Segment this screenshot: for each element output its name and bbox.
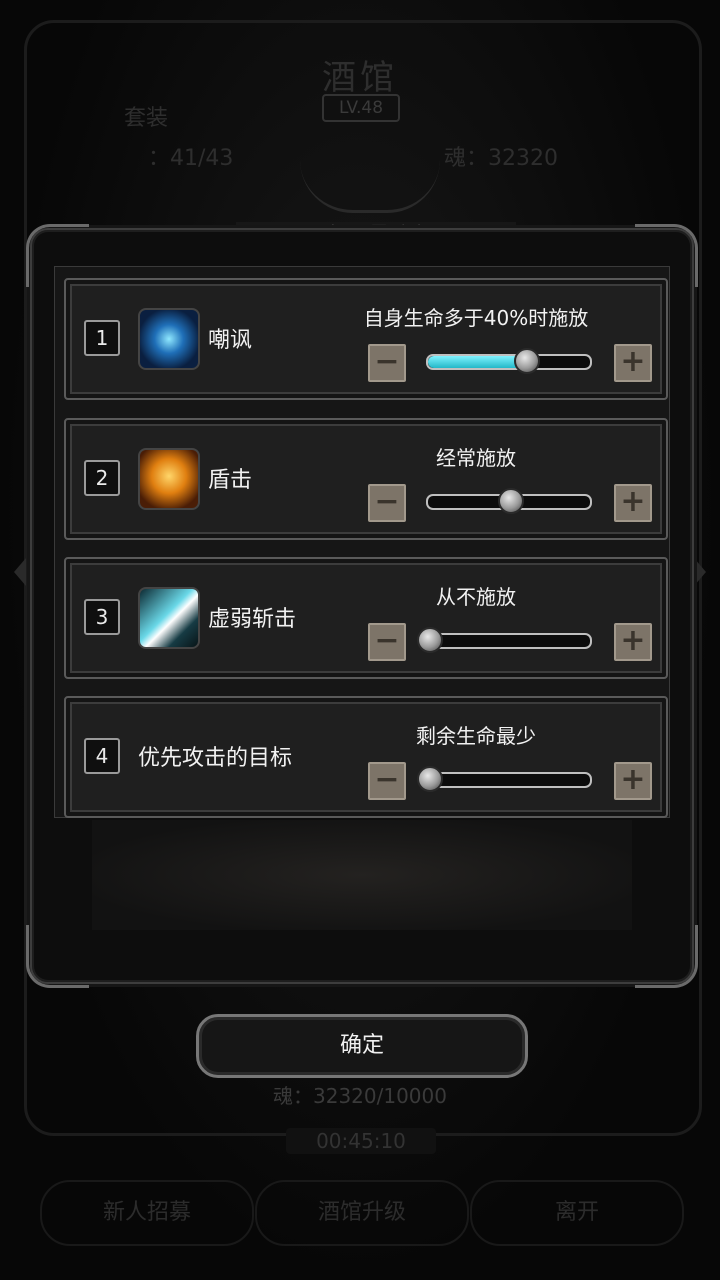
slider-knob[interactable]: [514, 348, 541, 374]
panel-texture: [92, 820, 632, 930]
cast-condition: 经常施放: [436, 446, 516, 470]
eye-icon: [138, 308, 200, 370]
slider-knob[interactable]: [498, 488, 524, 514]
tavern-title: 酒馆: [322, 58, 398, 98]
increase-button[interactable]: +: [614, 762, 652, 800]
soul-progress: 魂：32320/10000: [273, 1084, 447, 1108]
confirm-button[interactable]: 确定: [196, 1014, 528, 1078]
cast-condition: 自身生命多于40%时施放: [363, 306, 589, 330]
cast-slider[interactable]: [426, 488, 592, 514]
recruit-button: 新人招募: [40, 1180, 254, 1246]
next-arrow-icon: [694, 558, 706, 586]
timer: 00:45:10: [286, 1128, 436, 1154]
soul-count: 魂：32320: [444, 146, 558, 171]
leave-button: 离开: [470, 1180, 684, 1246]
decrease-button[interactable]: −: [368, 344, 406, 382]
upgrade-tavern-button: 酒馆升级: [255, 1180, 469, 1246]
skill-row-taunt: 1 嘲讽 自身生命多于40%时施放 − +: [64, 278, 668, 400]
skill-row-weak-slash: 3 虚弱斩击 从不施放 − +: [64, 557, 668, 679]
row-number: 2: [84, 460, 120, 496]
increase-button[interactable]: +: [614, 623, 652, 661]
level-badge: LV.48: [322, 94, 400, 122]
target-priority-row: 4 优先攻击的目标 剩余生命最少 − +: [64, 696, 668, 818]
skill-row-shield-bash: 2 盾击 经常施放 − +: [64, 418, 668, 540]
decrease-button[interactable]: −: [368, 484, 406, 522]
slash-icon: [138, 587, 200, 649]
cast-condition: 从不施放: [436, 585, 516, 609]
frame-corner: [635, 925, 698, 988]
slider-knob[interactable]: [417, 627, 443, 653]
target-priority-label: 优先攻击的目标: [138, 746, 293, 771]
row-number: 1: [84, 320, 120, 356]
cast-slider[interactable]: [417, 627, 592, 653]
decrease-button[interactable]: −: [368, 623, 406, 661]
skill-name: 虚弱斩击: [208, 607, 297, 632]
cast-slider[interactable]: [426, 348, 592, 374]
row-number: 3: [84, 599, 120, 635]
skill-name: 嘲讽: [208, 328, 253, 353]
prev-arrow-icon: [14, 558, 26, 586]
increase-button[interactable]: +: [614, 344, 652, 382]
row-number: 4: [84, 738, 120, 774]
target-slider[interactable]: [417, 766, 592, 792]
slider-knob[interactable]: [417, 766, 443, 792]
skill-name: 盾击: [208, 468, 253, 493]
increase-button[interactable]: +: [614, 484, 652, 522]
hero-count: ：41/43: [148, 146, 234, 171]
slider-fill: [428, 356, 526, 368]
decrease-button[interactable]: −: [368, 762, 406, 800]
target-condition: 剩余生命最少: [416, 724, 536, 748]
frame-corner: [26, 925, 89, 988]
suit-label: 套装: [124, 106, 169, 131]
shield-icon: [138, 448, 200, 510]
skill-settings-dialog: 1 嘲讽 自身生命多于40%时施放 − + 2 盾击 经常施放 − + 3 虚弱…: [26, 224, 698, 988]
